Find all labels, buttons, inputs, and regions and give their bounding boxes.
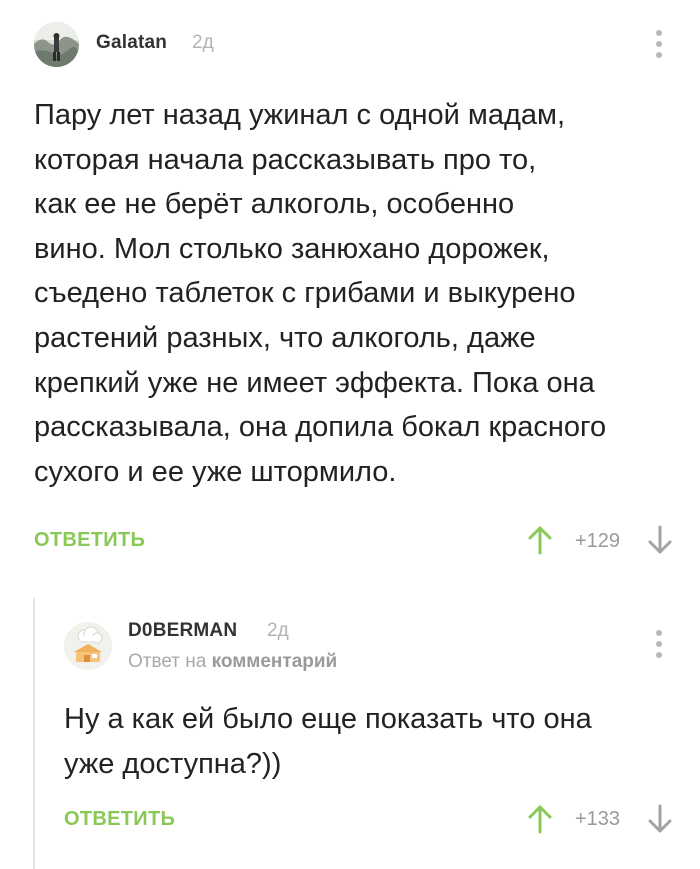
timestamp: 2д — [192, 32, 214, 53]
thread-line — [33, 598, 35, 869]
reply-button[interactable]: ОТВЕТИТЬ — [34, 529, 145, 552]
kebab-menu-icon[interactable] — [654, 630, 664, 658]
reply-button[interactable]: ОТВЕТИТЬ — [64, 808, 175, 831]
timestamp: 2д — [267, 620, 289, 641]
username[interactable]: Galatan — [96, 32, 167, 54]
avatar-photo-icon — [34, 22, 79, 67]
avatar[interactable] — [34, 22, 79, 67]
rating-value: +129 — [575, 530, 621, 552]
avatar[interactable] — [64, 622, 112, 670]
arrow-up-icon[interactable] — [527, 804, 553, 839]
kebab-menu-icon[interactable] — [654, 30, 664, 58]
arrow-down-icon[interactable] — [647, 525, 673, 560]
reply-to-prefix: Ответ на — [128, 651, 207, 672]
username[interactable]: D0BERMAN — [128, 620, 237, 642]
rating-value: +133 — [575, 808, 621, 830]
arrow-down-icon[interactable] — [647, 804, 673, 839]
avatar-cloud-house-icon — [64, 622, 112, 670]
reply-to-link[interactable]: комментарий — [212, 651, 338, 672]
arrow-up-icon[interactable] — [527, 525, 553, 560]
comment-text: Ну а как ей было еще показать что она уж… — [64, 703, 592, 780]
comment-text: Пару лет назад ужинал с одной мадам, кот… — [34, 99, 607, 488]
reply-to-info: Ответ на комментарий — [128, 651, 337, 673]
